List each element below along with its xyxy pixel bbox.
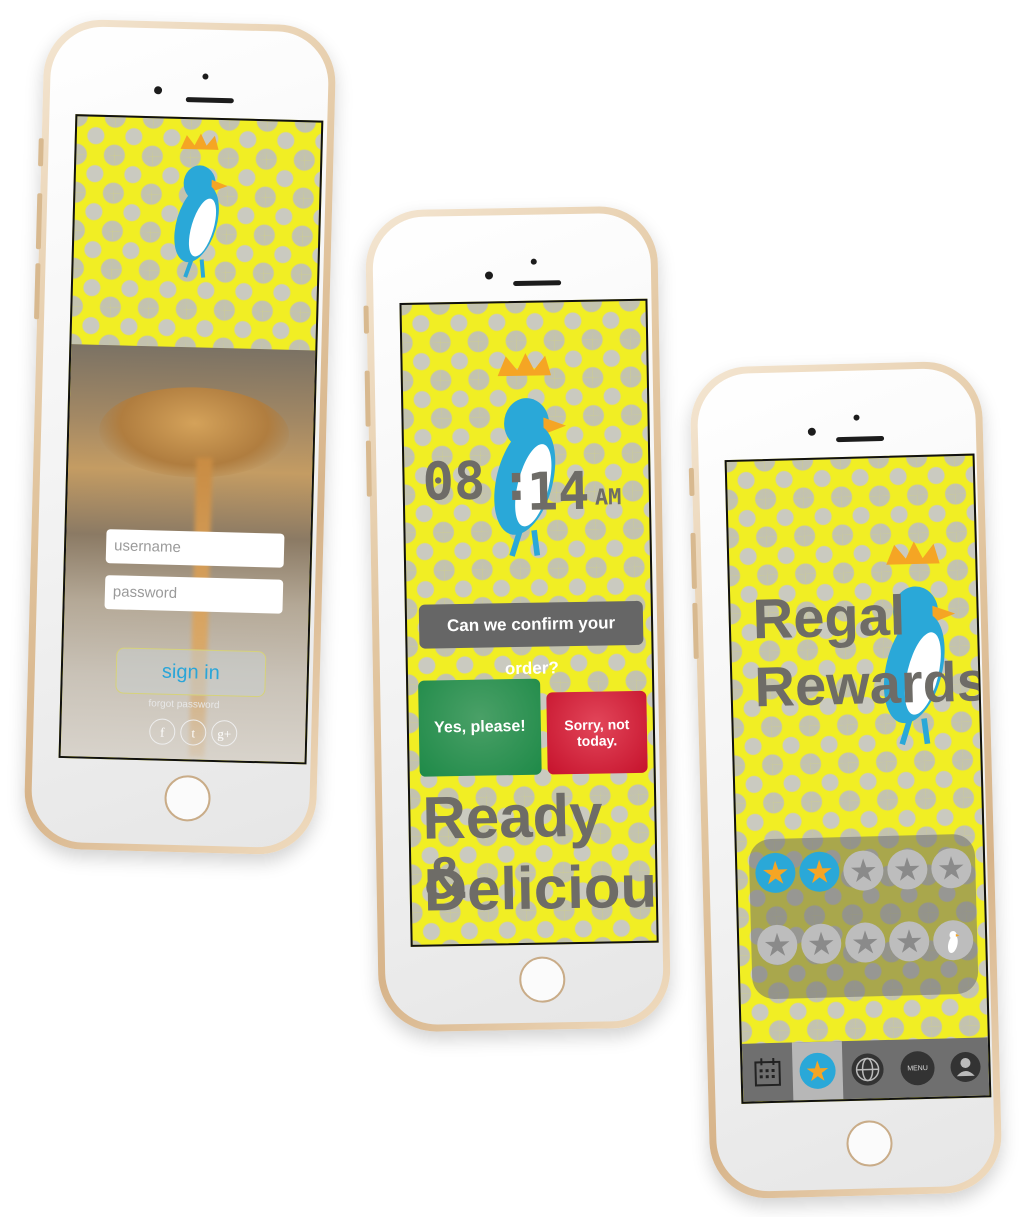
- side-button: [35, 193, 43, 250]
- reward-star-empty: ★: [756, 924, 798, 966]
- profile-icon: [950, 1051, 981, 1082]
- side-button: [688, 467, 695, 496]
- side-button: [34, 263, 41, 320]
- puffin-icon: [947, 930, 960, 953]
- earpiece: [513, 280, 562, 287]
- order-screen: 08 : 14 AM Can we confirm your order? Ye…: [399, 298, 659, 947]
- reward-star-empty: ★: [886, 848, 928, 890]
- reward-star-empty: ★: [930, 847, 972, 889]
- reward-star-empty: ★: [888, 920, 930, 962]
- yes-button[interactable]: Yes, please!: [418, 678, 542, 777]
- reward-star-empty: ★: [844, 922, 886, 964]
- puffin-logo-icon: [174, 133, 228, 278]
- login-screen: username password sign in forgot passwor…: [58, 114, 324, 765]
- side-button: [38, 138, 44, 167]
- menu-icon: MENU: [900, 1050, 936, 1086]
- sensor: [202, 73, 209, 80]
- reward-star-empty: ★: [800, 923, 842, 965]
- phone-face: 08 : 14 AM Can we confirm your order? Ye…: [371, 212, 665, 1026]
- reward-star-empty: ★: [842, 850, 884, 892]
- nav-locations[interactable]: [842, 1040, 894, 1099]
- reward-star-earned: ★: [798, 851, 840, 893]
- time-ampm: AM: [594, 485, 622, 511]
- earpiece: [185, 97, 234, 104]
- earpiece: [836, 435, 885, 443]
- home-button[interactable]: [163, 774, 212, 822]
- nav-menu[interactable]: MENU: [892, 1039, 944, 1098]
- reward-puffin-slot: [932, 919, 974, 961]
- no-button[interactable]: Sorry, not today.: [546, 690, 648, 775]
- front-camera: [153, 86, 163, 95]
- side-button: [365, 440, 372, 497]
- password-field[interactable]: password: [104, 575, 284, 614]
- nav-rewards[interactable]: ★: [791, 1041, 844, 1101]
- star-icon: ★: [799, 1052, 837, 1090]
- sensor: [530, 258, 537, 265]
- front-camera: [807, 427, 816, 436]
- phone-login: username password sign in forgot passwor…: [23, 18, 337, 856]
- headline-line-2: Delicious: [423, 852, 659, 924]
- home-button[interactable]: [518, 956, 566, 1004]
- side-button: [363, 305, 369, 334]
- front-camera: [484, 271, 494, 280]
- globe-icon: [851, 1053, 884, 1086]
- rewards-screen: Regal Rewards ★ ★ ★ ★ ★ ★ ★ ★ ★ ★ MENU: [724, 453, 992, 1104]
- rewards-title-line-1: Regal: [751, 583, 907, 651]
- username-field[interactable]: username: [105, 529, 285, 568]
- side-button: [690, 532, 697, 589]
- bottom-nav: ★ MENU: [741, 1037, 990, 1102]
- phone-rewards: Regal Rewards ★ ★ ★ ★ ★ ★ ★ ★ ★ ★ MENU: [688, 360, 1003, 1200]
- sensor: [853, 414, 860, 421]
- time-hours: 08: [422, 451, 486, 513]
- stamp-card: ★ ★ ★ ★ ★ ★ ★ ★ ★: [748, 833, 979, 1000]
- order-question: Can we confirm your order?: [418, 600, 644, 678]
- calendar-icon: [754, 1057, 781, 1087]
- side-button: [364, 370, 371, 427]
- time-minutes: 14: [526, 461, 590, 523]
- phone-order: 08 : 14 AM Can we confirm your order? Ye…: [363, 205, 672, 1033]
- rewards-title-line-2: Rewards: [753, 649, 989, 719]
- side-button: [692, 602, 699, 659]
- nav-profile[interactable]: [942, 1037, 990, 1096]
- reward-star-earned: ★: [754, 852, 796, 894]
- phone-face: username password sign in forgot passwor…: [30, 25, 330, 849]
- home-button[interactable]: [845, 1119, 894, 1168]
- sign-in-button[interactable]: sign in: [115, 647, 267, 698]
- phone-face: Regal Rewards ★ ★ ★ ★ ★ ★ ★ ★ ★ ★ MENU: [696, 367, 996, 1193]
- nav-calendar[interactable]: [742, 1043, 794, 1102]
